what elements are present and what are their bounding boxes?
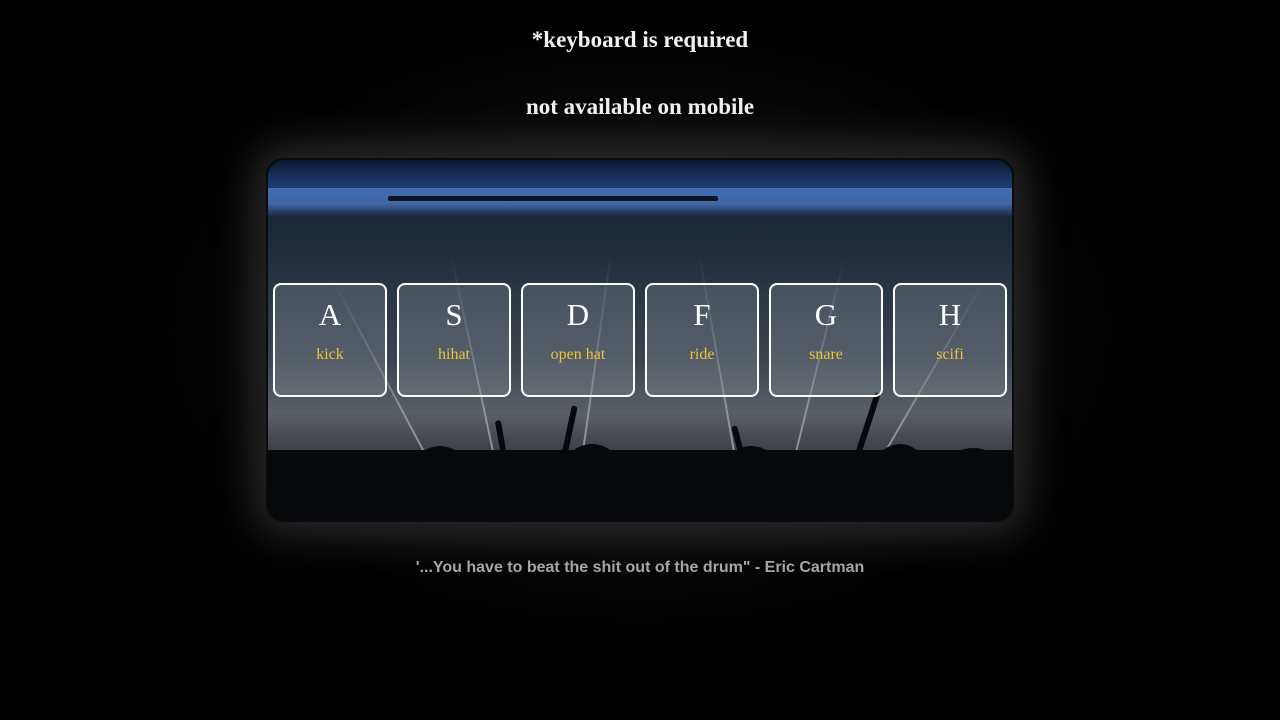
- key-sound-label: kick: [316, 346, 344, 363]
- drum-key-g[interactable]: G snare: [769, 283, 883, 397]
- drum-keys-row: A kick S hihat D open hat F ride G snare…: [273, 283, 1007, 397]
- stage-truss: [388, 196, 718, 201]
- key-letter: F: [693, 297, 711, 332]
- key-sound-label: snare: [809, 346, 843, 363]
- drum-key-s[interactable]: S hihat: [397, 283, 511, 397]
- drum-pad-panel: A kick S hihat D open hat F ride G snare…: [266, 158, 1014, 522]
- key-sound-label: scifi: [936, 346, 964, 363]
- key-sound-label: open hat: [550, 346, 606, 363]
- key-letter: S: [445, 297, 463, 332]
- drum-key-f[interactable]: F ride: [645, 283, 759, 397]
- drum-key-h[interactable]: H scifi: [893, 283, 1007, 397]
- crowd-silhouette: [268, 444, 1012, 520]
- footer-quote: '...You have to beat the shit out of the…: [415, 559, 865, 576]
- drum-key-a[interactable]: A kick: [273, 283, 387, 397]
- drum-key-d[interactable]: D open hat: [521, 283, 635, 397]
- key-sound-label: ride: [689, 346, 715, 363]
- key-letter: D: [566, 297, 590, 332]
- key-letter: G: [814, 297, 838, 332]
- mobile-unavailable-notice: not available on mobile: [525, 94, 755, 119]
- key-letter: A: [318, 297, 342, 332]
- key-sound-label: hihat: [438, 346, 470, 363]
- key-letter: H: [938, 297, 962, 332]
- keyboard-required-notice: *keyboard is required: [531, 27, 749, 52]
